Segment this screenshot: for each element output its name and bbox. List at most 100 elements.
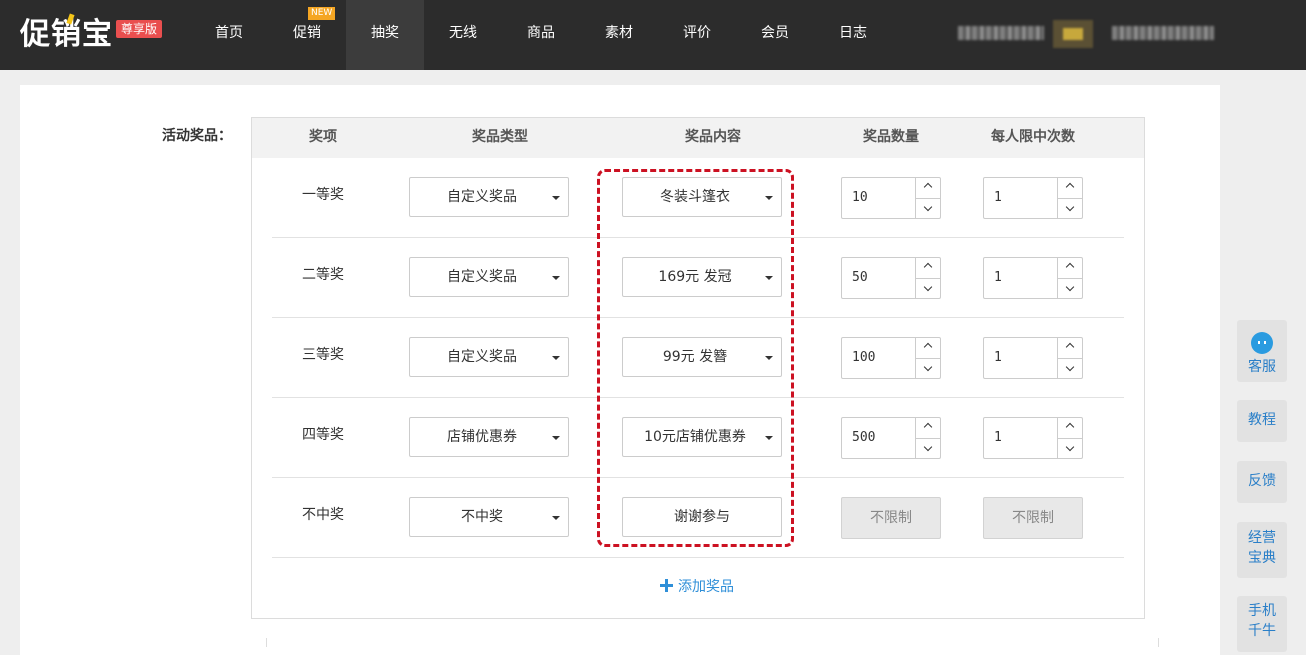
caret-down-icon (552, 276, 560, 280)
prize-content-select[interactable]: 169元 发冠 (622, 257, 782, 297)
prize-table: 奖项 奖品类型 奖品内容 奖品数量 每人限中次数 一等奖 自定义奖品 冬装斗篷衣… (251, 117, 1145, 619)
mobile-label-line1: 手机 (1248, 603, 1276, 619)
caret-down-icon (552, 436, 560, 440)
table-row: 一等奖 自定义奖品 冬装斗篷衣 10 1 (272, 158, 1124, 238)
limit-value[interactable]: 1 (994, 418, 1002, 458)
table-header: 奖项 奖品类型 奖品内容 奖品数量 每人限中次数 (252, 118, 1144, 158)
prize-content-select[interactable]: 冬装斗篷衣 (622, 177, 782, 217)
chevron-down-icon[interactable] (1058, 358, 1082, 378)
chevron-down-icon[interactable] (1058, 198, 1082, 218)
prize-content-select[interactable]: 10元店铺优惠券 (622, 417, 782, 457)
nav-wireless[interactable]: 无线 (424, 0, 502, 70)
table-row: 四等奖 店铺优惠券 10元店铺优惠券 500 1 (272, 398, 1124, 478)
quantity-value[interactable]: 50 (852, 258, 868, 298)
nav-home[interactable]: 首页 (190, 0, 268, 70)
guide-label-line1: 经营 (1248, 530, 1276, 546)
chevron-up-icon[interactable] (1058, 338, 1082, 359)
limit-stepper[interactable]: 1 (983, 337, 1083, 379)
quantity-stepper[interactable]: 100 (841, 337, 941, 379)
chevron-up-icon[interactable] (1058, 418, 1082, 439)
chevron-up-icon[interactable] (1058, 178, 1082, 199)
quantity-stepper[interactable]: 10 (841, 177, 941, 219)
prize-level: 三等奖 (302, 347, 344, 363)
nav-reviews[interactable]: 评价 (658, 0, 736, 70)
stepper-buttons (915, 258, 940, 298)
chevron-down-icon[interactable] (916, 438, 940, 458)
chat-bubble-icon (1251, 332, 1273, 354)
stepper-buttons (915, 178, 940, 218)
chevron-up-icon[interactable] (916, 258, 940, 279)
shop-avatar[interactable] (1053, 20, 1093, 48)
guide-label-line2: 宝典 (1248, 550, 1276, 566)
stepper-buttons (915, 338, 940, 378)
table-row: 二等奖 自定义奖品 169元 发冠 50 1 (272, 238, 1124, 318)
prize-type-value: 自定义奖品 (447, 349, 517, 365)
chevron-down-icon[interactable] (916, 358, 940, 378)
quantity-stepper[interactable]: 500 (841, 417, 941, 459)
col-quantity: 奖品数量 (863, 129, 919, 145)
prizes-label: 活动奖品： (162, 128, 232, 144)
chevron-down-icon[interactable] (1058, 278, 1082, 298)
quantity-value[interactable]: 500 (852, 418, 875, 458)
chevron-up-icon[interactable] (916, 178, 940, 199)
prize-level: 不中奖 (302, 507, 344, 523)
feedback-button[interactable]: 反馈 (1237, 461, 1287, 503)
caret-down-icon (552, 356, 560, 360)
prize-type-select[interactable]: 自定义奖品 (409, 177, 569, 217)
prize-type-value: 店铺优惠券 (447, 429, 517, 445)
chevron-up-icon[interactable] (1058, 258, 1082, 279)
prize-content-value: 10元店铺优惠券 (644, 429, 746, 445)
col-type: 奖品类型 (472, 129, 528, 145)
prize-type-value: 自定义奖品 (447, 269, 517, 285)
chevron-down-icon[interactable] (916, 278, 940, 298)
stepper-buttons (1057, 258, 1082, 298)
nav-logs[interactable]: 日志 (814, 0, 892, 70)
edition-badge: 尊享版 (116, 20, 163, 38)
nav-materials[interactable]: 素材 (580, 0, 658, 70)
limit-stepper[interactable]: 1 (983, 417, 1083, 459)
prize-type-select[interactable]: 自定义奖品 (409, 337, 569, 377)
new-badge: NEW (308, 7, 336, 20)
limit-unlimited: 不限制 (983, 497, 1083, 539)
business-guide-button[interactable]: 经营 宝典 (1237, 522, 1287, 578)
prize-type-value: 自定义奖品 (447, 189, 517, 205)
chevron-up-icon[interactable] (916, 338, 940, 359)
chevron-down-icon[interactable] (916, 198, 940, 218)
quantity-value[interactable]: 100 (852, 338, 875, 378)
customer-service-button[interactable]: 客服 (1237, 320, 1287, 382)
prize-type-select[interactable]: 店铺优惠券 (409, 417, 569, 457)
prize-type-select[interactable]: 自定义奖品 (409, 257, 569, 297)
quantity-unlimited: 不限制 (841, 497, 941, 539)
tutorial-button[interactable]: 教程 (1237, 400, 1287, 442)
caret-down-icon (765, 196, 773, 200)
prize-type-value: 不中奖 (461, 509, 503, 525)
add-prize-button[interactable]: 添加奖品 (660, 576, 734, 596)
chevron-up-icon[interactable] (916, 418, 940, 439)
limit-stepper[interactable]: 1 (983, 257, 1083, 299)
logo[interactable]: 促销宝 (20, 13, 113, 54)
prize-type-select[interactable]: 不中奖 (409, 497, 569, 537)
service-label: 客服 (1248, 359, 1276, 375)
blurred-shop-name[interactable] (958, 26, 1044, 40)
quantity-stepper[interactable]: 50 (841, 257, 941, 299)
caret-down-icon (552, 516, 560, 520)
prize-level: 一等奖 (302, 187, 344, 203)
limit-stepper[interactable]: 1 (983, 177, 1083, 219)
blurred-account-name[interactable] (1112, 26, 1214, 40)
limit-value[interactable]: 1 (994, 178, 1002, 218)
nav-members[interactable]: 会员 (736, 0, 814, 70)
limit-value[interactable]: 1 (994, 258, 1002, 298)
prize-content-input[interactable]: 谢谢参与 (622, 497, 782, 537)
prize-content-select[interactable]: 99元 发簪 (622, 337, 782, 377)
nav-products[interactable]: 商品 (502, 0, 580, 70)
table-row: 三等奖 自定义奖品 99元 发簪 100 1 (272, 318, 1124, 398)
mobile-qianniu-button[interactable]: 手机 千牛 (1237, 596, 1287, 652)
col-limit: 每人限中次数 (991, 129, 1075, 145)
mobile-label-line2: 千牛 (1248, 623, 1276, 639)
limit-value[interactable]: 1 (994, 338, 1002, 378)
table-row: 不中奖 不中奖 谢谢参与 不限制 不限制 (272, 478, 1124, 558)
nav-lottery[interactable]: 抽奖 (346, 0, 424, 70)
quantity-value[interactable]: 10 (852, 178, 868, 218)
chevron-down-icon[interactable] (1058, 438, 1082, 458)
prize-content-value: 冬装斗篷衣 (660, 189, 730, 205)
